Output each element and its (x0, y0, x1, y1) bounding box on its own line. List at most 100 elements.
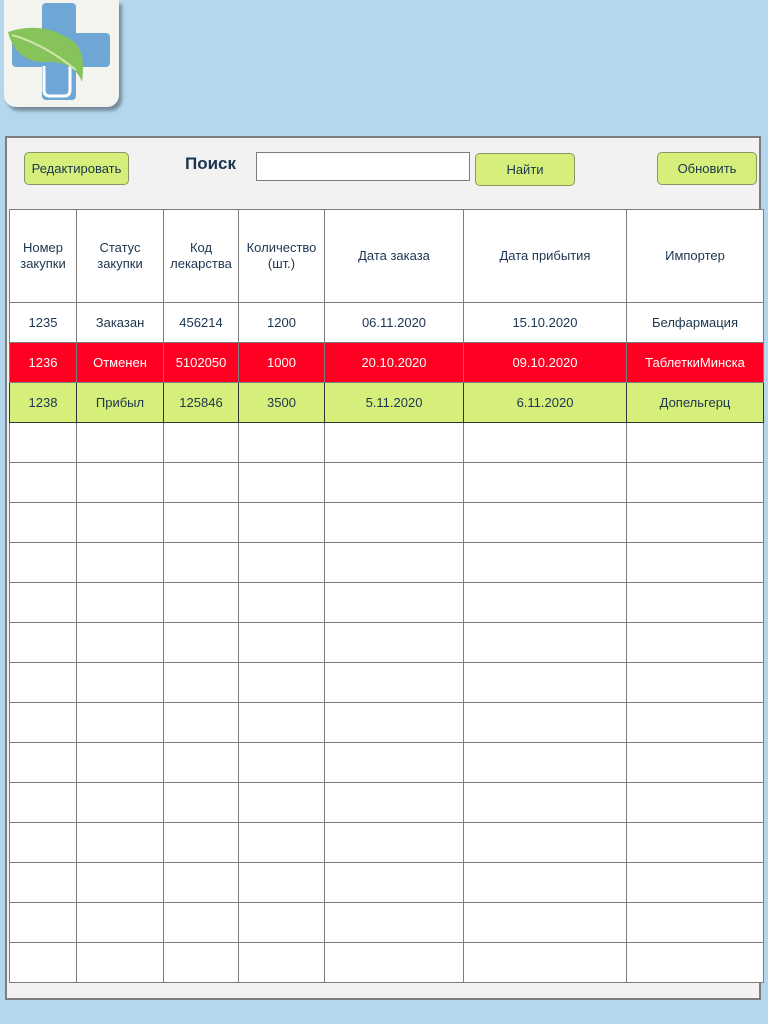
cell-order-date[interactable] (324, 822, 464, 863)
cell-importer[interactable] (626, 782, 764, 823)
find-button[interactable]: Найти (475, 153, 575, 186)
cell-importer[interactable] (626, 862, 764, 903)
cell-order-date[interactable] (324, 942, 464, 983)
table-row[interactable]: 1236 Отменен 5102050 1000 20.10.2020 09.10.20… (9, 342, 764, 383)
cell-purchase-number[interactable] (9, 542, 77, 583)
cell-importer[interactable] (626, 662, 764, 703)
cell-drug-code[interactable] (163, 542, 239, 583)
cell-importer[interactable]: ТаблеткиМинска (626, 342, 764, 383)
cell-importer[interactable] (626, 582, 764, 623)
cell-drug-code[interactable]: 5102050 (163, 342, 239, 383)
table-row[interactable] (9, 702, 764, 743)
cell-quantity[interactable] (238, 822, 325, 863)
cell-importer[interactable] (626, 502, 764, 543)
cell-quantity[interactable] (238, 782, 325, 823)
cell-order-date[interactable] (324, 422, 464, 463)
cell-quantity[interactable] (238, 902, 325, 943)
cell-status[interactable] (76, 862, 164, 903)
cell-drug-code[interactable] (163, 582, 239, 623)
cell-status[interactable]: Заказан (76, 302, 164, 343)
table-row[interactable]: 1238 Прибыл 125846 3500 5.11.2020 6.11.2020 До… (9, 382, 764, 423)
cell-drug-code[interactable] (163, 462, 239, 503)
cell-purchase-number[interactable] (9, 902, 77, 943)
cell-arrival-date[interactable] (463, 622, 627, 663)
cell-arrival-date[interactable]: 09.10.2020 (463, 342, 627, 383)
cell-status[interactable] (76, 702, 164, 743)
cell-status[interactable] (76, 742, 164, 783)
cell-quantity[interactable] (238, 422, 325, 463)
cell-arrival-date[interactable] (463, 822, 627, 863)
column-header-drug-code[interactable]: Код лекарства (163, 209, 239, 303)
cell-order-date[interactable] (324, 702, 464, 743)
cell-arrival-date[interactable] (463, 702, 627, 743)
cell-importer[interactable]: Допельгерц (626, 382, 764, 423)
cell-importer[interactable]: Белфармация (626, 302, 764, 343)
cell-purchase-number[interactable] (9, 742, 77, 783)
cell-arrival-date[interactable] (463, 462, 627, 503)
cell-purchase-number[interactable]: 1236 (9, 342, 77, 383)
refresh-button[interactable]: Обновить (657, 152, 757, 185)
cell-status[interactable]: Отменен (76, 342, 164, 383)
cell-order-date[interactable]: 06.11.2020 (324, 302, 464, 343)
table-row[interactable] (9, 622, 764, 663)
table-row[interactable] (9, 422, 764, 463)
cell-status[interactable] (76, 542, 164, 583)
cell-quantity[interactable] (238, 742, 325, 783)
cell-arrival-date[interactable] (463, 422, 627, 463)
cell-drug-code[interactable]: 125846 (163, 382, 239, 423)
cell-drug-code[interactable] (163, 422, 239, 463)
table-row[interactable]: 1235 Заказан 456214 1200 06.11.2020 15.10.202… (9, 302, 764, 343)
cell-purchase-number[interactable] (9, 942, 77, 983)
table-row[interactable] (9, 942, 764, 983)
cell-importer[interactable] (626, 542, 764, 583)
cell-purchase-number[interactable] (9, 782, 77, 823)
table-row[interactable] (9, 542, 764, 583)
cell-purchase-number[interactable] (9, 422, 77, 463)
cell-order-date[interactable] (324, 662, 464, 703)
cell-purchase-number[interactable] (9, 822, 77, 863)
cell-quantity[interactable] (238, 622, 325, 663)
cell-drug-code[interactable] (163, 862, 239, 903)
cell-drug-code[interactable]: 456214 (163, 302, 239, 343)
cell-purchase-number[interactable] (9, 622, 77, 663)
cell-status[interactable]: Прибыл (76, 382, 164, 423)
table-row[interactable] (9, 582, 764, 623)
column-header-order-date[interactable]: Дата заказа (324, 209, 464, 303)
cell-arrival-date[interactable] (463, 782, 627, 823)
column-header-purchase-number[interactable]: Номер закупки (9, 209, 77, 303)
cell-quantity[interactable] (238, 542, 325, 583)
cell-status[interactable] (76, 942, 164, 983)
column-header-status[interactable]: Статус закупки (76, 209, 164, 303)
cell-arrival-date[interactable] (463, 662, 627, 703)
cell-drug-code[interactable] (163, 662, 239, 703)
cell-arrival-date[interactable]: 6.11.2020 (463, 382, 627, 423)
cell-arrival-date[interactable] (463, 542, 627, 583)
cell-arrival-date[interactable] (463, 582, 627, 623)
cell-importer[interactable] (626, 702, 764, 743)
cell-status[interactable] (76, 902, 164, 943)
table-row[interactable] (9, 862, 764, 903)
cell-purchase-number[interactable] (9, 462, 77, 503)
cell-order-date[interactable]: 20.10.2020 (324, 342, 464, 383)
cell-order-date[interactable] (324, 582, 464, 623)
cell-purchase-number[interactable] (9, 582, 77, 623)
cell-drug-code[interactable] (163, 702, 239, 743)
cell-status[interactable] (76, 502, 164, 543)
cell-importer[interactable] (626, 822, 764, 863)
cell-purchase-number[interactable] (9, 702, 77, 743)
cell-purchase-number[interactable]: 1235 (9, 302, 77, 343)
table-row[interactable] (9, 822, 764, 863)
table-row[interactable] (9, 502, 764, 543)
cell-arrival-date[interactable] (463, 742, 627, 783)
cell-drug-code[interactable] (163, 822, 239, 863)
cell-status[interactable] (76, 822, 164, 863)
cell-status[interactable] (76, 622, 164, 663)
cell-importer[interactable] (626, 422, 764, 463)
cell-drug-code[interactable] (163, 502, 239, 543)
cell-importer[interactable] (626, 942, 764, 983)
cell-quantity[interactable] (238, 662, 325, 703)
cell-quantity[interactable] (238, 582, 325, 623)
cell-order-date[interactable] (324, 542, 464, 583)
cell-status[interactable] (76, 582, 164, 623)
cell-drug-code[interactable] (163, 622, 239, 663)
